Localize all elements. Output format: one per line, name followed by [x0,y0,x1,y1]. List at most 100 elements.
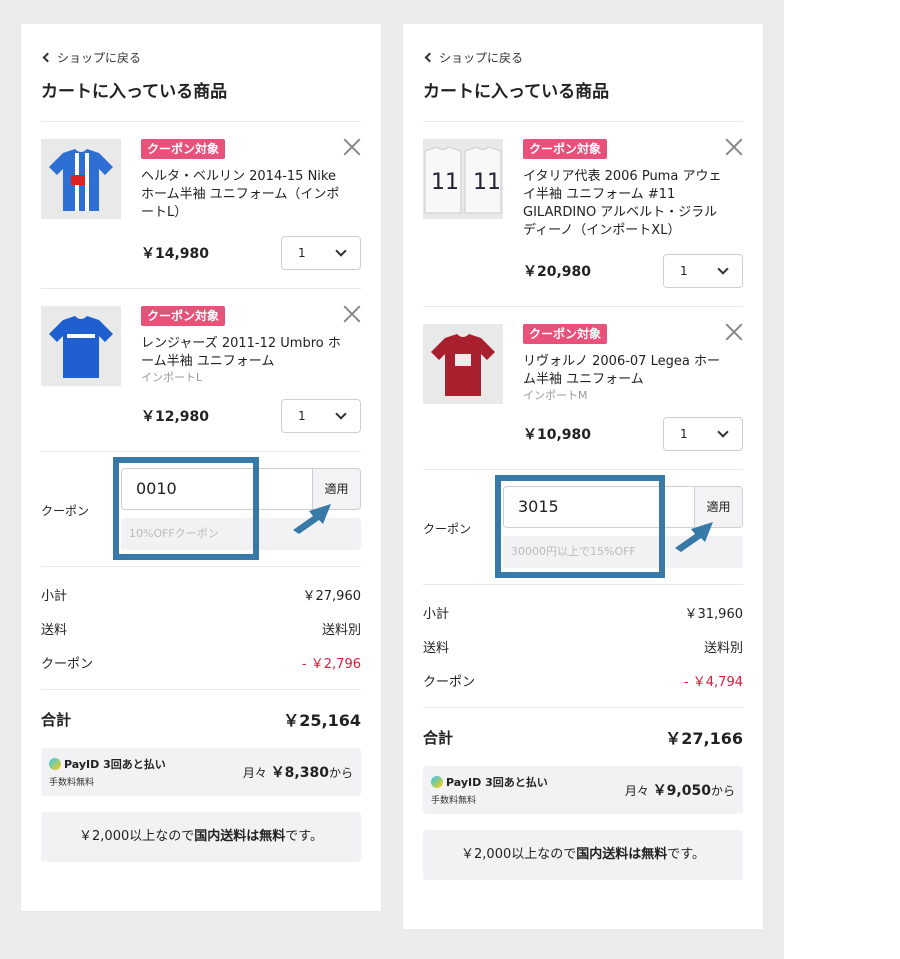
payid-prefix: 月々 [242,766,267,780]
coupon-section: クーポン 0010 適用 10%OFFクーポン [41,452,361,567]
payid-suffix: から [710,784,735,798]
product-image[interactable] [423,324,503,404]
pointer-arrow-icon [675,522,713,552]
coupon-target-badge: クーポン対象 [523,324,608,344]
item-name[interactable]: リヴォルノ 2006-07 Legea ホーム半袖 ユニフォーム [523,353,743,389]
chevron-left-icon [42,52,53,62]
quantity-value: 1 [298,246,306,260]
subtotal-label: 小計 [41,588,68,604]
svg-text:11: 11 [431,170,459,195]
product-image[interactable] [41,139,121,219]
coupon-section: クーポン 3015 適用 30000円以上で15%OFF [423,470,743,585]
payid-logo-icon [431,776,443,788]
page-title: カートに入っている商品 [41,74,361,122]
coupon-target-badge: クーポン対象 [141,306,226,326]
svg-text:11: 11 [473,170,501,195]
item-price: ￥14,980 [141,246,210,262]
coupon-label: クーポン [423,522,472,536]
remove-item-close-icon[interactable] [343,305,361,323]
item-name[interactable]: ヘルタ・ベルリン 2014-15 Nike ホーム半袖 ユニフォーム（インポート… [141,168,361,222]
note-text-end: です。 [285,829,323,844]
note-bold: 国内送料は無料 [194,829,286,844]
total-value: ￥27,166 [665,729,743,748]
subtotal-value: ￥31,960 [684,606,744,622]
quantity-value: 1 [680,427,688,441]
free-shipping-note: ￥2,000以上なので国内送料は無料です。 [423,830,743,880]
quantity-select[interactable]: 1 [663,417,743,451]
quantity-select[interactable]: 1 [281,399,361,433]
coupon-label: クーポン [41,504,90,518]
item-price: ￥10,980 [523,427,592,443]
chevron-down-icon [717,426,729,438]
cart-item: クーポン対象 リヴォルノ 2006-07 Legea ホーム半袖 ユニフォーム … [423,307,743,470]
item-variant: インポートL [141,371,203,384]
payid-monthly: 月々 ￥9,050から [625,780,735,800]
payid-monthly: 月々 ￥8,380から [243,762,353,782]
chevron-down-icon [335,408,347,420]
note-text-end: です。 [667,847,705,862]
payid-name: PayID 3回あと払い [446,776,548,789]
item-variant: インポートM [523,389,588,402]
shipping-label: 送料 [41,622,68,638]
cart-panel-left: ショップに戻る カートに入っている商品 クーポン対象 ヘルタ・ベルリン 2014… [21,24,381,911]
payid-installment[interactable]: PayID 3回あと払い手数料無料 月々 ￥8,380から [41,748,361,796]
note-text: ￥2,000以上なので [79,829,195,844]
payid-logo-icon [49,758,61,770]
shipping-value: 送料別 [321,622,361,638]
note-text: ￥2,000以上なので [461,847,577,862]
highlight-box [113,457,259,560]
pointer-arrow-icon [293,504,331,534]
note-bold: 国内送料は無料 [576,847,668,862]
payid-amount: ￥8,380 [270,765,329,781]
quantity-value: 1 [680,264,688,278]
chevron-down-icon [717,263,729,275]
cart-item: 11 11 クーポン対象 イタリア代表 2006 Puma アウェイ半袖 ユニフォ… [423,122,743,307]
subtotal-value: ￥27,960 [302,588,362,604]
back-label: ショップに戻る [439,50,524,65]
quantity-value: 1 [298,409,306,423]
coupon-discount-value: - ￥4,794 [683,674,743,690]
total-value: ￥25,164 [283,711,361,730]
subtotal-label: 小計 [423,606,450,622]
shipping-value: 送料別 [703,640,743,656]
payid-fee: 手数料無料 [49,778,95,788]
coupon-discount-value: - ￥2,796 [301,656,361,672]
product-image[interactable]: 11 11 [423,139,503,219]
payid-logo: PayID 3回あと払い [49,756,166,772]
total-row: 合計 ￥27,166 [423,708,743,766]
total-row: 合計 ￥25,164 [41,690,361,748]
shipping-label: 送料 [423,640,450,656]
payid-suffix: から [328,766,353,780]
payid-logo: PayID 3回あと払い [431,774,548,790]
summary: 小計 ￥31,960 送料 送料別 クーポン - ￥4,794 [423,585,743,708]
item-name[interactable]: レンジャーズ 2011-12 Umbro ホーム半袖 ユニフォーム [141,335,361,371]
product-image[interactable] [41,306,121,386]
payid-prefix: 月々 [624,784,649,798]
back-link[interactable]: ショップに戻る [41,40,361,74]
payid-name: PayID 3回あと払い [64,758,166,771]
quantity-select[interactable]: 1 [281,236,361,270]
payid-fee: 手数料無料 [431,796,477,806]
item-name[interactable]: イタリア代表 2006 Puma アウェイ半袖 ユニフォーム #11 GILAR… [523,168,743,240]
total-label: 合計 [41,710,72,729]
payid-installment[interactable]: PayID 3回あと払い手数料無料 月々 ￥9,050から [423,766,743,814]
coupon-discount-label: クーポン [41,656,94,672]
remove-item-close-icon[interactable] [725,138,743,156]
highlight-box [495,475,665,578]
summary: 小計 ￥27,960 送料 送料別 クーポン - ￥2,796 [41,567,361,690]
remove-item-close-icon[interactable] [343,138,361,156]
payid-amount: ￥9,050 [652,783,711,799]
cart-panel-right: ショップに戻る カートに入っている商品 11 11 クーポン対象 イタリア代表 2… [403,24,763,929]
back-link[interactable]: ショップに戻る [423,40,743,74]
item-price: ￥20,980 [523,264,592,280]
coupon-discount-label: クーポン [423,674,476,690]
total-label: 合計 [423,728,454,747]
quantity-select[interactable]: 1 [663,254,743,288]
free-shipping-note: ￥2,000以上なので国内送料は無料です。 [41,812,361,862]
chevron-down-icon [335,245,347,257]
cart-item: クーポン対象 ヘルタ・ベルリン 2014-15 Nike ホーム半袖 ユニフォー… [41,122,361,289]
remove-item-close-icon[interactable] [725,323,743,341]
item-price: ￥12,980 [141,409,210,425]
coupon-target-badge: クーポン対象 [141,139,226,159]
page-title: カートに入っている商品 [423,74,743,122]
